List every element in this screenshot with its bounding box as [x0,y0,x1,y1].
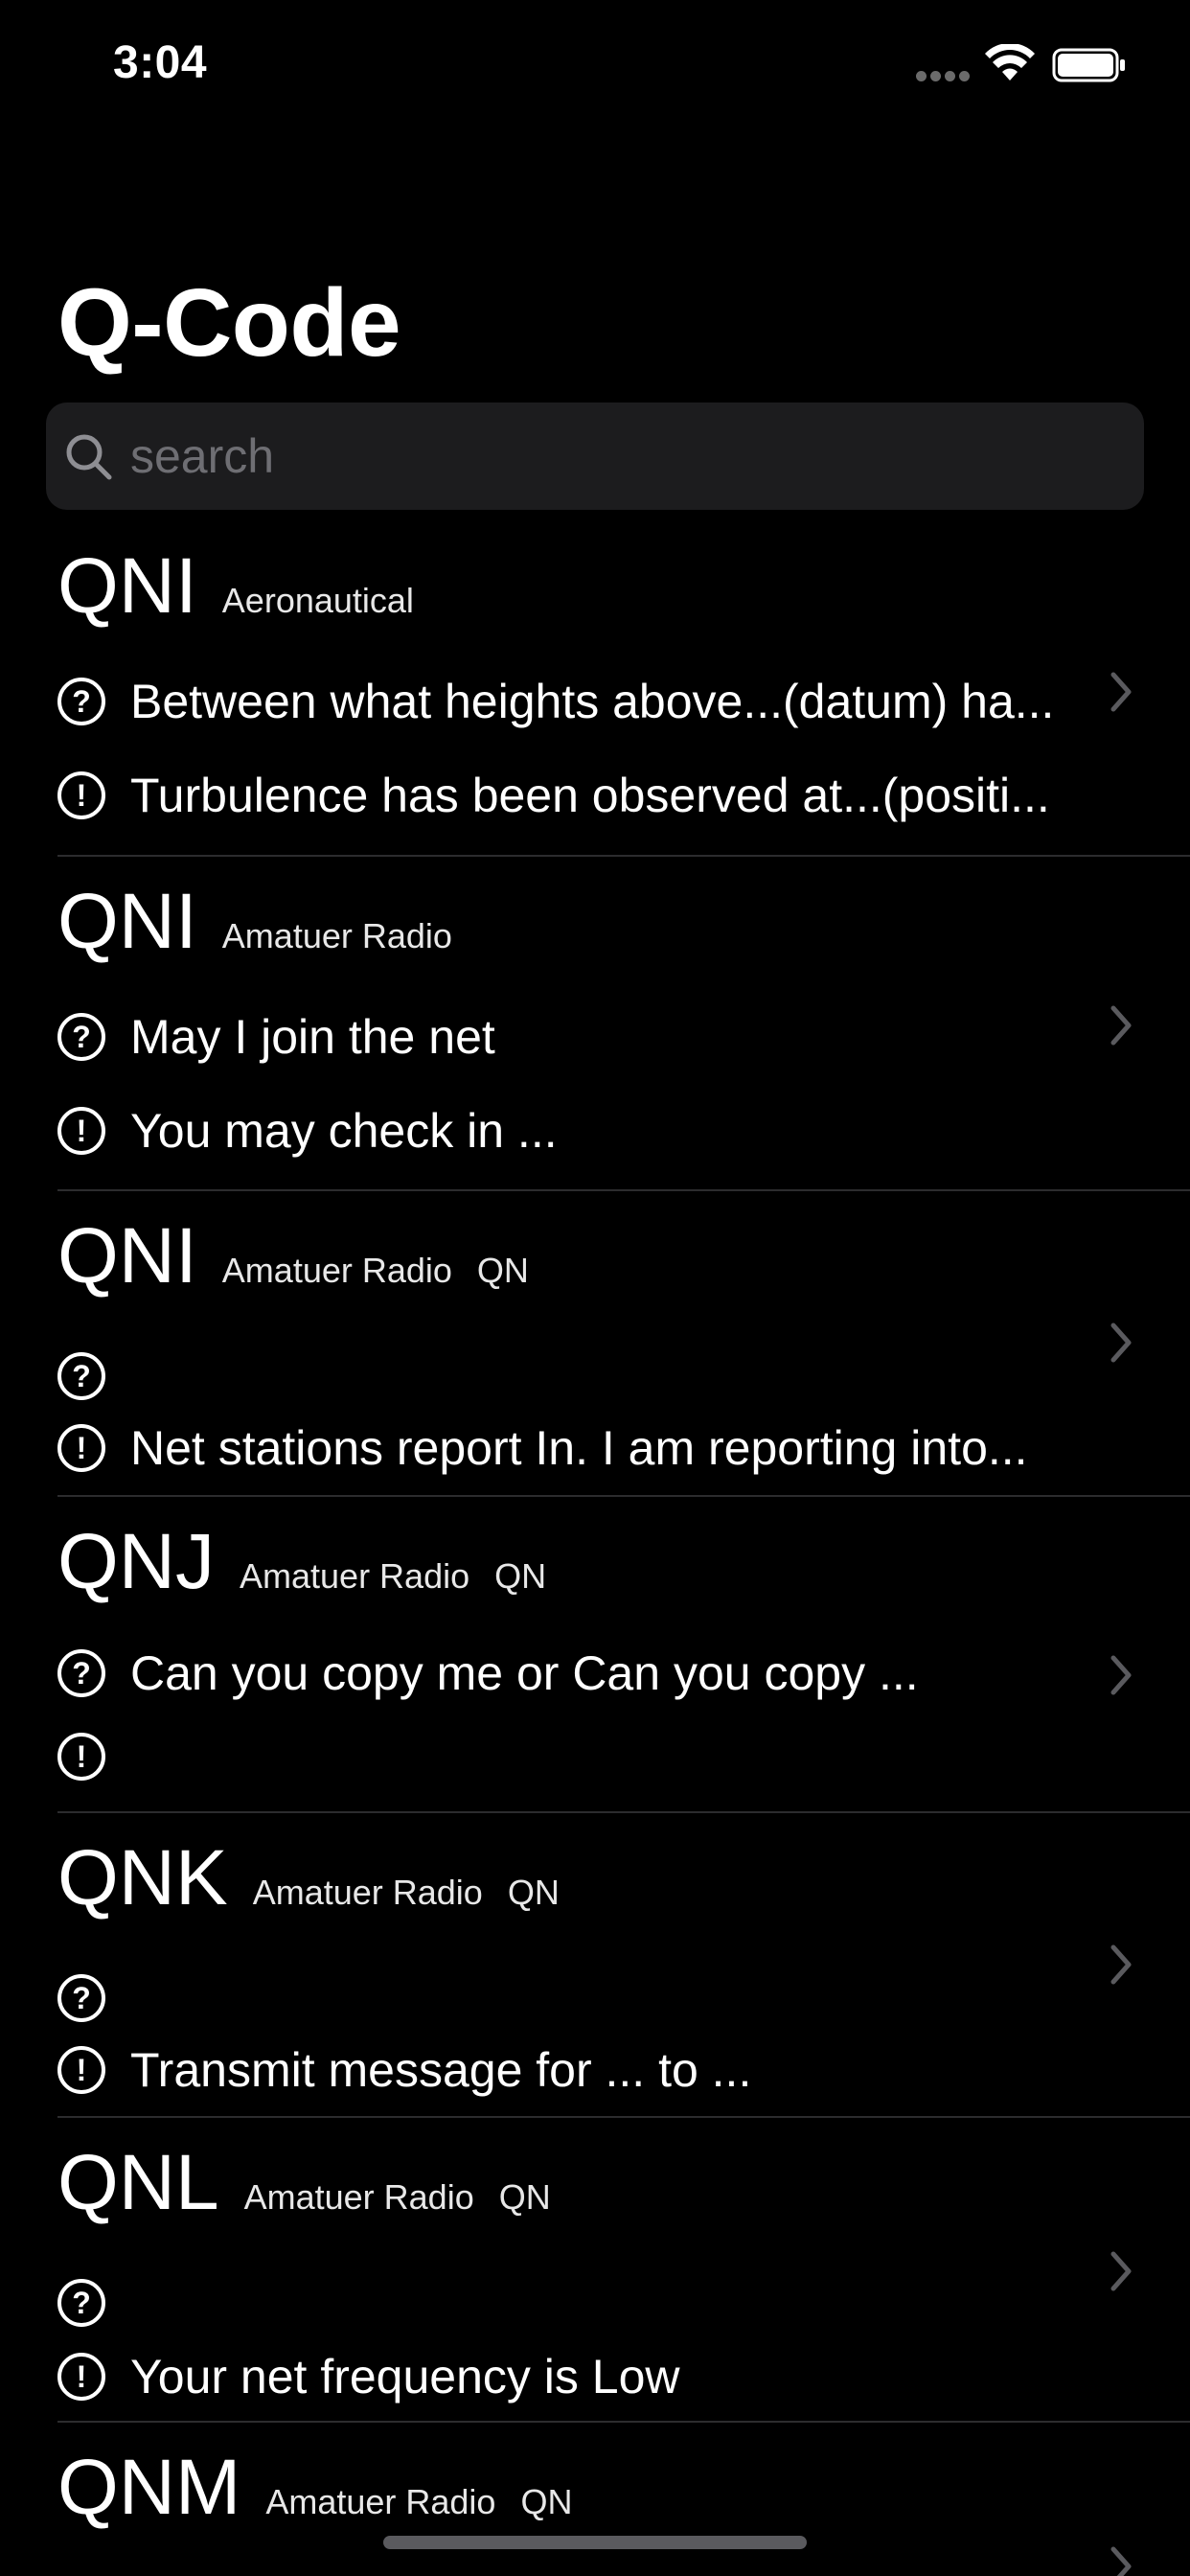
question-icon: ? [57,678,105,725]
divider [57,855,1190,857]
chevron-right-icon [1110,1005,1132,1046]
row-header: QNK Amatuer Radio QN [57,1830,560,1926]
divider [57,1495,1190,1497]
answer-line: ! You may check in ... [57,1102,558,1160]
info-icon: ! [57,1733,105,1781]
category-label: Amatuer Radio [221,916,452,955]
row-header: QNI Amatuer Radio [57,874,452,970]
info-icon: ! [57,1424,105,1472]
code-label: QNM [57,2444,241,2531]
row-header: QNI Aeronautical [57,539,414,634]
answer-text: Your net frequency is Low [130,2350,680,2404]
category-label: Amatuer Radio [265,2482,496,2521]
row-header: QNI Amatuer Radio QN [57,1208,529,1304]
divider [57,2421,1190,2423]
question-text: Between what heights above...(datum) ha.… [130,675,1055,728]
chevron-right-icon [1110,1322,1132,1363]
code-row[interactable]: QNI Amatuer Radio ? May I join the net !… [0,874,1190,1190]
answer-text: Transmit message for ... to ... [130,2043,752,2097]
question-line: ? [57,1352,130,1400]
answer-line: ! Transmit message for ... to ... [57,2041,751,2099]
code-label: QNL [57,2139,219,2226]
question-icon: ? [57,1974,105,2022]
answer-line: ! Turbulence has been observed at...(pos… [57,767,1050,824]
chevron-right-icon [1110,2251,1132,2291]
question-line: ? May I join the net [57,1008,495,1066]
subcategory-label: QN [494,1556,547,1596]
category-label: Aeronautical [221,581,414,620]
answer-text: Turbulence has been observed at...(posit… [130,769,1050,822]
question-text: May I join the net [130,1010,495,1064]
code-label: QNJ [57,1518,215,1605]
code-label: QNI [57,542,197,630]
code-row[interactable]: QNM Amatuer Radio QN [0,2440,1190,2576]
question-line: ? Between what heights above...(datum) h… [57,673,1054,730]
category-label: Amatuer Radio [243,2177,474,2217]
code-label: QNK [57,1834,228,1921]
row-header: QNJ Amatuer Radio QN [57,1514,546,1610]
code-label: QNI [57,1212,197,1300]
info-icon: ! [57,771,105,819]
code-label: QNI [57,878,197,965]
category-label: Amatuer Radio [252,1873,483,1912]
question-icon: ? [57,1649,105,1697]
question-icon: ? [57,1352,105,1400]
chevron-right-icon [1110,2546,1132,2576]
info-icon: ! [57,1107,105,1155]
code-row[interactable]: QNI Amatuer Radio QN ? ! Net stations re… [0,1208,1190,1496]
question-line: ? [57,2279,130,2327]
chevron-right-icon [1110,1655,1132,1695]
divider [57,2116,1190,2118]
row-header: QNL Amatuer Radio QN [57,2135,551,2231]
info-icon: ! [57,2046,105,2094]
category-label: Amatuer Radio [221,1251,452,1290]
question-text: Can you copy me or Can you copy ... [130,1646,919,1700]
subcategory-label: QN [520,2482,573,2521]
answer-text: Net stations report In. I am reporting i… [130,1421,1028,1475]
divider [57,1811,1190,1813]
subcategory-label: QN [507,1873,560,1912]
home-indicator[interactable] [383,2536,807,2549]
question-icon: ? [57,2279,105,2327]
question-line: ? [57,1974,130,2022]
code-list: QNI Aeronautical ? Between what heights … [0,0,1190,2576]
code-row[interactable]: QNL Amatuer Radio QN ? ! Your net freque… [0,2135,1190,2421]
subcategory-label: QN [498,2177,551,2217]
chevron-right-icon [1110,1944,1132,1985]
code-row[interactable]: QNI Aeronautical ? Between what heights … [0,539,1190,855]
code-row[interactable]: QNK Amatuer Radio QN ? ! Transmit messag… [0,1830,1190,2116]
code-row[interactable]: QNJ Amatuer Radio QN ? Can you copy me o… [0,1514,1190,1811]
answer-line: ! [57,1733,130,1781]
answer-text: You may check in ... [130,1104,558,1158]
question-line: ? Can you copy me or Can you copy ... [57,1644,919,1702]
question-icon: ? [57,1013,105,1061]
chevron-right-icon [1110,672,1132,712]
divider [57,1189,1190,1191]
category-label: Amatuer Radio [240,1556,470,1596]
row-header: QNM Amatuer Radio QN [57,2440,572,2536]
subcategory-label: QN [476,1251,529,1290]
answer-line: ! Net stations report In. I am reporting… [57,1419,1028,1477]
info-icon: ! [57,2353,105,2401]
answer-line: ! Your net frequency is Low [57,2348,680,2405]
